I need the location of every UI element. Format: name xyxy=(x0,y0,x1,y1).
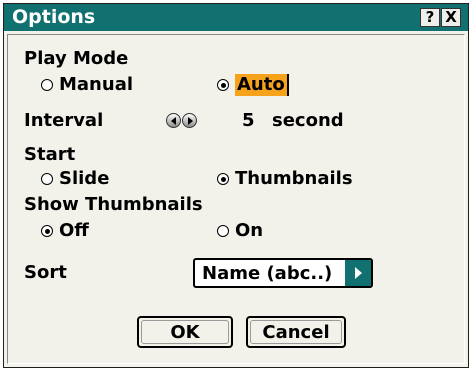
help-button[interactable]: ? xyxy=(420,8,440,27)
arrow-right-icon[interactable] xyxy=(182,113,197,128)
interval-label: Interval xyxy=(24,110,104,131)
radio-selected-icon xyxy=(217,79,229,91)
play-mode-manual-radio[interactable]: Manual xyxy=(41,74,133,96)
ok-button-label: OK xyxy=(170,321,200,343)
arrow-left-icon[interactable] xyxy=(166,113,181,128)
start-slide-radio[interactable]: Slide xyxy=(41,168,109,190)
interval-unit: second xyxy=(272,110,344,131)
interval-stepper[interactable] xyxy=(166,113,198,128)
sort-select[interactable]: Name (abc..) xyxy=(193,258,373,288)
dropdown-arrow-icon[interactable] xyxy=(345,260,371,286)
show-thumbnails-off-radio[interactable]: Off xyxy=(41,220,89,242)
close-button[interactable]: X xyxy=(441,8,461,27)
sort-value: Name (abc..) xyxy=(202,263,333,284)
radio-label: On xyxy=(235,220,264,241)
cancel-button[interactable]: Cancel xyxy=(246,316,346,348)
radio-label: Manual xyxy=(59,74,134,95)
start-label: Start xyxy=(24,144,76,165)
show-thumbnails-on-radio[interactable]: On xyxy=(217,220,263,242)
start-thumbnails-radio[interactable]: Thumbnails xyxy=(217,168,353,190)
ok-button[interactable]: OK xyxy=(137,316,233,348)
show-thumbnails-label: Show Thumbnails xyxy=(24,194,203,215)
title-bar[interactable]: Options ? X xyxy=(4,4,468,31)
radio-label: Auto xyxy=(235,74,289,96)
radio-label: Thumbnails xyxy=(235,168,353,189)
interval-value: 5 xyxy=(242,110,255,131)
sort-label: Sort xyxy=(24,262,67,283)
cancel-button-label: Cancel xyxy=(262,321,330,343)
radio-selected-icon xyxy=(217,173,229,185)
play-mode-auto-radio[interactable]: Auto xyxy=(217,74,289,96)
radio-icon xyxy=(41,79,53,91)
radio-icon xyxy=(41,173,53,185)
radio-icon xyxy=(217,225,229,237)
radio-label: Slide xyxy=(59,168,110,189)
dialog-title: Options xyxy=(12,6,96,28)
radio-selected-icon xyxy=(41,225,53,237)
play-mode-label: Play Mode xyxy=(24,48,129,69)
radio-label: Off xyxy=(59,220,89,241)
